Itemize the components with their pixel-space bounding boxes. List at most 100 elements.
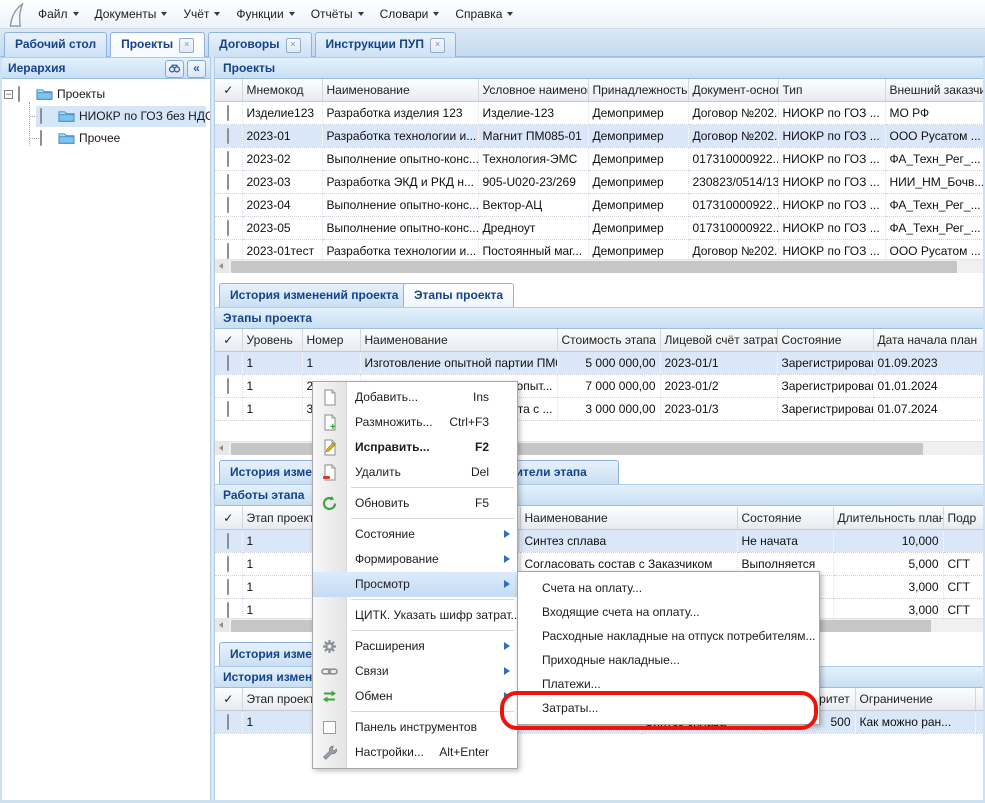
checkbox[interactable]: [227, 401, 229, 417]
column-header[interactable]: Длительность план: [833, 507, 943, 530]
checkbox[interactable]: [227, 128, 229, 144]
column-header[interactable]: Дата начала план: [873, 329, 985, 352]
column-header[interactable]: Наименование: [322, 79, 478, 102]
select-all-header[interactable]: ✓: [215, 507, 242, 530]
hierarchy-title: Иерархия: [8, 61, 66, 75]
checkbox[interactable]: [227, 533, 229, 549]
search-icon[interactable]: [165, 60, 184, 78]
select-all-header[interactable]: ✓: [215, 79, 242, 102]
window-tab[interactable]: Рабочий стол: [4, 32, 107, 57]
checkbox[interactable]: [227, 378, 229, 394]
column-header[interactable]: Условное наименова: [478, 79, 588, 102]
cell: [215, 398, 242, 421]
context-menu-item[interactable]: Добавить...Ins: [313, 385, 517, 410]
tree-node-selected[interactable]: НИОКР по ГОЗ без НДС: [0, 106, 208, 127]
context-menu-item[interactable]: Расширения: [313, 634, 517, 659]
folder-icon: [58, 131, 75, 145]
window-tab[interactable]: Договоры×: [208, 32, 311, 57]
context-menu-item[interactable]: Обмен: [313, 684, 517, 709]
window-tab[interactable]: Инструкции ПУП×: [315, 32, 456, 57]
cell: 2023-01/3: [660, 398, 777, 421]
column-header[interactable]: Документ-основан: [688, 79, 778, 102]
tree-node[interactable]: Прочее: [0, 128, 208, 149]
scrollbar-thumb[interactable]: [231, 261, 957, 273]
checkbox[interactable]: [227, 220, 229, 236]
checkbox[interactable]: [227, 556, 229, 572]
column-header[interactable]: Внешний заказчик: [885, 79, 985, 102]
column-header[interactable]: Стоимость этапа: [557, 329, 660, 352]
tree-node[interactable]: − Проекты: [0, 84, 208, 105]
checkbox[interactable]: [40, 130, 42, 146]
menu-item-label: Состояние: [355, 527, 415, 541]
tab-project-stages[interactable]: Этапы проекта: [403, 283, 514, 307]
table-row[interactable]: 2023-05Выполнение опытно-конс...Дредноут…: [215, 217, 985, 240]
collapse-panel-icon[interactable]: «: [187, 60, 206, 78]
submenu-item[interactable]: Расходные накладные на отпуск потребител…: [518, 624, 819, 648]
checkbox[interactable]: [227, 105, 229, 121]
menubar-item[interactable]: Учёт: [175, 0, 228, 28]
checkbox[interactable]: [227, 151, 229, 167]
tab-project-history[interactable]: История изменений проекта: [219, 283, 409, 307]
context-menu-item[interactable]: ЦИТК. Указать шифр затрат...: [313, 603, 517, 628]
column-header[interactable]: Принадлежность: [588, 79, 688, 102]
checkbox[interactable]: [227, 355, 229, 371]
table-row[interactable]: 2023-01Разработка технологии и...Магнит …: [215, 125, 985, 148]
checkbox[interactable]: [227, 243, 229, 259]
close-tab-icon[interactable]: ×: [179, 38, 194, 53]
context-menu-item[interactable]: Связи: [313, 659, 517, 684]
table-row[interactable]: 11Изготовление опытной партии ПМ0...5 00…: [215, 352, 985, 375]
menubar-item[interactable]: Документы: [87, 0, 176, 28]
close-tab-icon[interactable]: ×: [430, 38, 445, 53]
context-menu-item[interactable]: Состояние: [313, 522, 517, 547]
column-header[interactable]: Лицевой счёт затрат.: [660, 329, 777, 352]
column-header[interactable]: Состояние: [777, 329, 873, 352]
menubar-item[interactable]: Функции: [228, 0, 302, 28]
checkbox[interactable]: [227, 714, 229, 730]
context-menu-item[interactable]: +Размножить...Ctrl+F3: [313, 410, 517, 435]
context-menu-item[interactable]: Панель инструментов: [313, 715, 517, 740]
column-header[interactable]: Наименование: [360, 329, 557, 352]
context-menu-item[interactable]: Настройки...Alt+Enter: [313, 740, 517, 765]
scroll-left-icon[interactable]: [215, 260, 229, 273]
table-row[interactable]: 2023-04Выполнение опытно-конс...Вектор-А…: [215, 194, 985, 217]
context-menu-item[interactable]: Формирование: [313, 547, 517, 572]
column-header[interactable]: Номер: [302, 329, 360, 352]
column-header[interactable]: Ограничение: [855, 688, 975, 711]
checkbox[interactable]: [227, 602, 229, 618]
context-menu-item[interactable]: Исправить...F2: [313, 435, 517, 460]
checkbox[interactable]: [18, 86, 20, 102]
select-all-header[interactable]: ✓: [215, 688, 242, 711]
submenu-item[interactable]: Входящие счета на оплату...: [518, 600, 819, 624]
column-header[interactable]: Наименование: [520, 507, 737, 530]
column-header[interactable]: Уровень: [242, 329, 302, 352]
context-menu-item[interactable]: ОбновитьF5: [313, 491, 517, 516]
checkbox[interactable]: [227, 197, 229, 213]
menubar-item[interactable]: Справка: [447, 0, 521, 28]
context-menu-item[interactable]: Просмотр: [313, 572, 517, 597]
menubar-item[interactable]: Файл: [30, 0, 87, 28]
chevron-down-icon: [358, 12, 364, 16]
column-header[interactable]: Мнемокод: [242, 79, 322, 102]
context-menu-item[interactable]: УдалитьDel: [313, 460, 517, 485]
column-header[interactable]: Подр: [943, 507, 985, 530]
menubar-item[interactable]: Отчёты: [303, 0, 372, 28]
collapse-node-icon[interactable]: −: [4, 90, 13, 99]
column-header[interactable]: Тип: [778, 79, 885, 102]
column-header[interactable]: Состояние: [737, 507, 833, 530]
close-tab-icon[interactable]: ×: [286, 38, 301, 53]
window-tab[interactable]: Проекты×: [110, 32, 205, 57]
checkbox[interactable]: [40, 108, 42, 124]
table-row[interactable]: 2023-03Разработка ЭКД и РКД н...905-U020…: [215, 171, 985, 194]
horizontal-scrollbar[interactable]: [215, 259, 985, 273]
menubar-item[interactable]: Словари: [372, 0, 448, 28]
checkbox[interactable]: [227, 174, 229, 190]
submenu-item[interactable]: Приходные накладные...: [518, 648, 819, 672]
select-all-header[interactable]: ✓: [215, 329, 242, 352]
table-row[interactable]: Изделие123Разработка изделия 123Изделие-…: [215, 102, 985, 125]
table-row[interactable]: 2023-02Выполнение опытно-конс...Технолог…: [215, 148, 985, 171]
scroll-left-icon[interactable]: [215, 442, 229, 455]
cell: СГТ: [943, 576, 985, 599]
submenu-item[interactable]: Счета на оплату...: [518, 576, 819, 600]
scroll-left-icon[interactable]: [215, 619, 229, 632]
checkbox[interactable]: [227, 579, 229, 595]
